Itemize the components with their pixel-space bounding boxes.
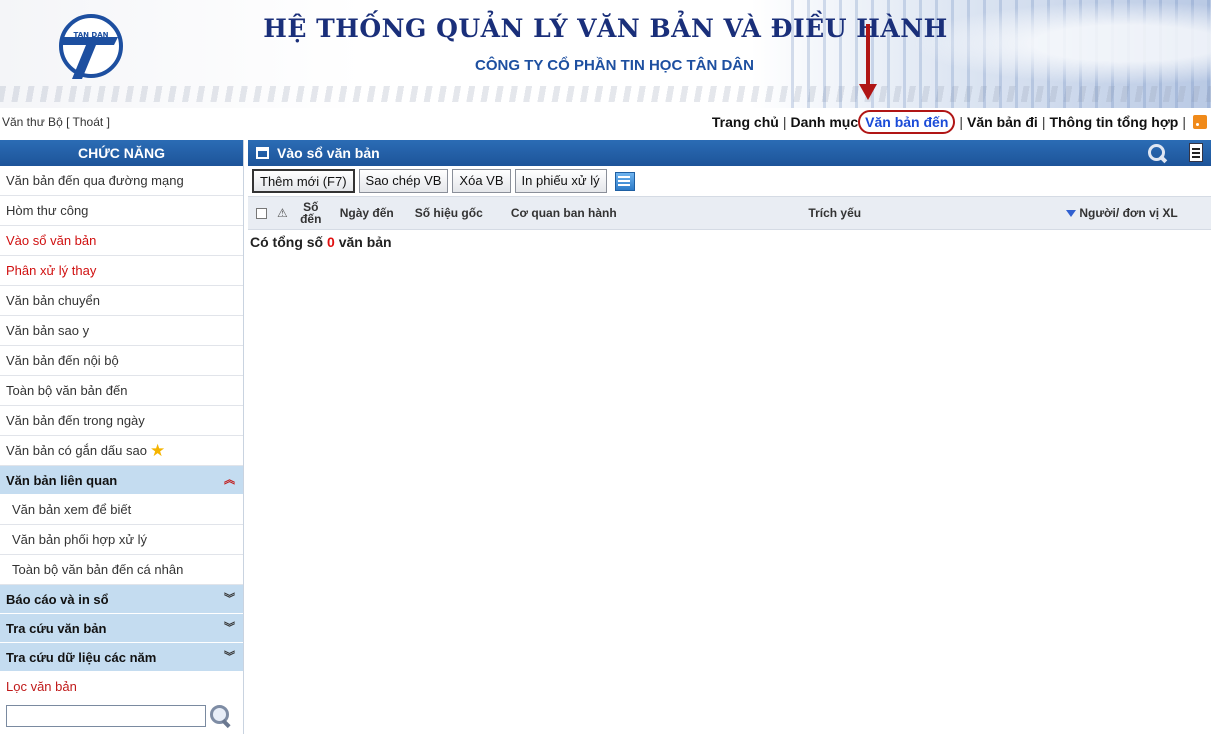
- sidebar-item-coordinate[interactable]: Văn bản phối hợp xử lý: [0, 525, 243, 555]
- panel-header: Vào sổ văn bản: [248, 140, 1211, 166]
- user-bar: Văn thư Bộ [ Thoát ]: [0, 112, 110, 132]
- chevron-up-icon: ︽: [224, 474, 235, 486]
- sidebar-item-all-personal[interactable]: Toàn bộ văn bản đến cá nhân: [0, 555, 243, 585]
- chevron-down-icon: ︾: [224, 593, 235, 605]
- filter-input[interactable]: [6, 705, 206, 727]
- sidebar-item-network-incoming[interactable]: Văn bản đến qua đường mạng: [0, 166, 243, 196]
- copy-doc-button[interactable]: Sao chép VB: [358, 169, 449, 193]
- total-suffix: văn bản: [338, 234, 392, 250]
- select-all-column: [248, 196, 267, 230]
- search-icon[interactable]: [1147, 143, 1169, 163]
- annotation-arrow: [866, 24, 870, 86]
- delete-doc-button[interactable]: Xóa VB: [452, 169, 511, 193]
- header-banner: TAN DAN HỆ THỐNG QUẢN LÝ VĂN BẢN VÀ ĐIỀU…: [0, 0, 1211, 108]
- top-navigation: Trang chủ | Danh mục Văn bản đến | Văn b…: [712, 110, 1207, 134]
- search-icon[interactable]: [208, 704, 232, 728]
- nav-separator: |: [1182, 114, 1186, 130]
- logout-link[interactable]: [ Thoát ]: [66, 115, 110, 129]
- priority-column: ⚠: [267, 196, 288, 230]
- column-original-code[interactable]: Số hiệu gốc: [404, 196, 494, 230]
- nav-incoming-docs[interactable]: Văn bản đến: [858, 110, 956, 134]
- nav-separator: |: [1041, 114, 1046, 130]
- column-issuing-agency[interactable]: Cơ quan ban hành: [494, 196, 634, 230]
- nav-home[interactable]: Trang chủ: [712, 114, 779, 130]
- sidebar-item-transferred-docs[interactable]: Văn bản chuyển: [0, 286, 243, 316]
- sidebar-item-all-incoming[interactable]: Toàn bộ văn bản đến: [0, 376, 243, 406]
- table-header: ⚠ Số đến Ngày đến Số hiệu gốc Cơ quan ban…: [248, 196, 1211, 230]
- nav-separator: |: [782, 114, 787, 130]
- add-new-button[interactable]: Thêm mới (F7): [252, 169, 355, 193]
- user-name: Văn thư Bộ: [2, 115, 63, 129]
- star-icon: ★: [149, 441, 166, 460]
- sidebar: CHỨC NĂNG Văn bản đến qua đường mạng Hòm…: [0, 140, 244, 734]
- sidebar-item-public-mailbox[interactable]: Hòm thư công: [0, 196, 243, 226]
- chevron-down-icon: ︾: [224, 651, 235, 663]
- nav-outgoing-docs[interactable]: Văn bản đi: [967, 114, 1038, 130]
- total-prefix: Có tổng số: [250, 234, 324, 250]
- system-title: HỆ THỐNG QUẢN LÝ VĂN BẢN VÀ ĐIỀU HÀNH: [263, 14, 948, 43]
- column-date[interactable]: Ngày đến: [330, 196, 404, 230]
- list-view-icon[interactable]: [613, 170, 637, 192]
- main-panel: Vào sổ văn bản Thêm mới (F7) Sao chép VB…: [248, 140, 1211, 734]
- sidebar-group-reports[interactable]: Báo cáo và in sổ ︾: [0, 585, 243, 614]
- column-number-line2: đến: [300, 212, 322, 226]
- select-all-checkbox[interactable]: [256, 207, 267, 219]
- company-name: CÔNG TY CỔ PHẦN TIN HỌC TÂN DÂN: [475, 57, 754, 74]
- sidebar-group-related[interactable]: Văn bản liên quan ︽: [0, 466, 243, 495]
- sidebar-item-register-doc[interactable]: Vào sổ văn bản: [0, 226, 243, 256]
- sidebar-item-starred[interactable]: Văn bản có gắn dấu sao ★: [0, 436, 243, 466]
- nav-separator: |: [959, 114, 964, 130]
- panel-title: Vào sổ văn bản: [277, 145, 380, 161]
- column-summary[interactable]: Trích yếu: [634, 196, 1036, 230]
- filter-label: Lọc văn bản: [6, 679, 77, 694]
- warning-icon: ⚠: [277, 206, 288, 220]
- column-handler-label: Người/ đơn vị XL: [1079, 206, 1178, 220]
- toolbar: Thêm mới (F7) Sao chép VB Xóa VB In phiế…: [248, 166, 1211, 196]
- sort-desc-icon: [1066, 209, 1077, 217]
- sidebar-item-read-only[interactable]: Văn bản xem để biết: [0, 495, 243, 525]
- total-count: 0: [327, 234, 335, 250]
- sidebar-group-label: Báo cáo và in sổ: [6, 592, 109, 607]
- annotation-arrow-head: [859, 84, 877, 100]
- nav-categories[interactable]: Danh mục: [790, 114, 858, 130]
- sidebar-item-today-incoming[interactable]: Văn bản đến trong ngày: [0, 406, 243, 436]
- sidebar-title: CHỨC NĂNG: [0, 140, 243, 166]
- window-icon: [256, 147, 269, 159]
- column-handler[interactable]: Người/ đơn vị XL: [1036, 196, 1180, 230]
- nav-summary-info[interactable]: Thông tin tổng hợp: [1049, 114, 1178, 130]
- sidebar-group-label: Tra cứu dữ liệu các năm: [6, 650, 157, 665]
- sidebar-group-label: Văn bản liên quan: [6, 473, 118, 488]
- column-number[interactable]: Số đến: [292, 196, 330, 230]
- sidebar-group-label: Tra cứu văn bản: [6, 621, 107, 636]
- filter-box: [6, 704, 243, 728]
- chevron-down-icon: ︾: [224, 622, 235, 634]
- sidebar-group-search-docs[interactable]: Tra cứu văn bản ︾: [0, 614, 243, 643]
- print-slip-button[interactable]: In phiếu xử lý: [514, 169, 607, 193]
- sidebar-item-delegate-processing[interactable]: Phân xử lý thay: [0, 256, 243, 286]
- sidebar-item-internal-incoming[interactable]: Văn bản đến nội bộ: [0, 346, 243, 376]
- rss-icon[interactable]: [1193, 115, 1207, 129]
- sidebar-group-search-years[interactable]: Tra cứu dữ liệu các năm ︾: [0, 643, 243, 672]
- sidebar-item-label: Văn bản có gắn dấu sao: [6, 443, 147, 458]
- document-icon[interactable]: [1189, 143, 1203, 162]
- total-count-text: Có tổng số 0 văn bản: [248, 234, 1211, 250]
- sidebar-item-copied-docs[interactable]: Văn bản sao y: [0, 316, 243, 346]
